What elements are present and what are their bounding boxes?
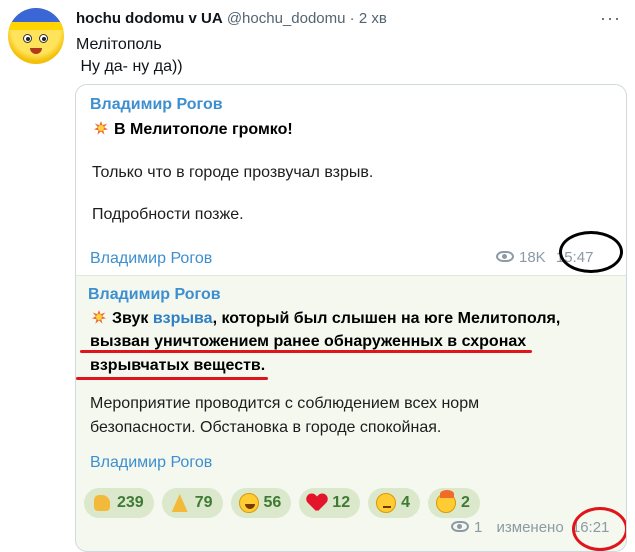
message-body: безопасности. Обстановка в городе спокой… — [90, 419, 442, 436]
collision-icon — [90, 308, 108, 326]
message-body: Только что в городе прозвучал взрыв. — [92, 164, 374, 181]
message-headline: В Мелитополе громко! — [92, 119, 293, 141]
reaction-exploding-head[interactable]: 2 — [428, 488, 480, 518]
message-headline-line: взрывчатых веществ. — [90, 357, 266, 374]
views-icon — [451, 521, 469, 532]
tweet-timestamp[interactable]: 2 хв — [359, 10, 387, 27]
edited-label: изменено — [496, 519, 564, 536]
tweet-header: hochu dodomu v UA @hochu_dodomu · 2 хв — [76, 10, 387, 27]
thinking-face-icon — [376, 493, 397, 513]
red-underline-annotation — [80, 350, 532, 353]
channel-name: Владимир Рогов — [88, 286, 221, 303]
view-count: 1 — [474, 519, 483, 536]
avatar-mouth — [30, 48, 42, 54]
author-handle[interactable]: @hochu_dodomu — [227, 10, 346, 27]
header-separator: · — [349, 10, 355, 27]
channel-signature: Владимир Рогов — [90, 250, 213, 267]
views-icon — [496, 251, 514, 262]
red-underline-annotation — [76, 377, 268, 380]
avatar-right-eye — [39, 34, 48, 43]
avatar-left-eye — [23, 34, 32, 43]
reaction-thumbs-up[interactable]: 239 — [84, 488, 154, 518]
reaction-grinning-face[interactable]: 56 — [230, 488, 292, 518]
black-circle-annotation — [559, 231, 623, 273]
exploding-head-icon — [436, 490, 456, 513]
red-heart-icon — [307, 494, 327, 512]
reaction-thinking-face[interactable]: 4 — [368, 488, 420, 518]
more-options-icon[interactable]: ··· — [600, 8, 621, 29]
red-circle-annotation — [572, 507, 626, 551]
avatar-flag-stripe-yellow — [8, 22, 64, 30]
thumbs-up-icon — [92, 493, 112, 513]
collision-icon — [92, 119, 110, 137]
channel-signature: Владимир Рогов — [90, 454, 213, 471]
hashtag-link[interactable]: взрыва — [153, 310, 213, 327]
attached-screenshot[interactable]: Владимир Рогов В Мелитополе громко! Толь… — [75, 84, 627, 552]
author-name[interactable]: hochu dodomu v UA — [76, 10, 223, 27]
reaction-red-heart[interactable]: 12 — [299, 488, 361, 518]
view-count: 18K — [519, 249, 546, 266]
reactions-bar: 239 79 56 12 4 2 — [84, 488, 480, 518]
message-body: Мероприятие проводится с соблюдением все… — [90, 395, 480, 412]
message-body: Подробности позже. — [92, 206, 244, 223]
tweet-text: Мелітополь Ну да- ну да)) — [76, 34, 183, 78]
tweet-text-line: Мелітополь — [76, 36, 162, 53]
reaction-praying-hands[interactable]: 79 — [161, 488, 223, 518]
channel-name: Владимир Рогов — [90, 96, 223, 113]
telegram-message-2: Владимир Рогов Звук взрыва, который был … — [76, 275, 626, 551]
message-headline: Звук взрыва, который был слышен на юге М… — [90, 308, 560, 330]
tweet-text-line: Ну да- ну да)) — [76, 58, 183, 75]
author-avatar[interactable] — [8, 8, 64, 64]
telegram-message-1: Владимир Рогов В Мелитополе громко! Толь… — [76, 85, 626, 275]
praying-hands-icon — [170, 493, 190, 513]
grinning-face-icon — [238, 493, 259, 513]
